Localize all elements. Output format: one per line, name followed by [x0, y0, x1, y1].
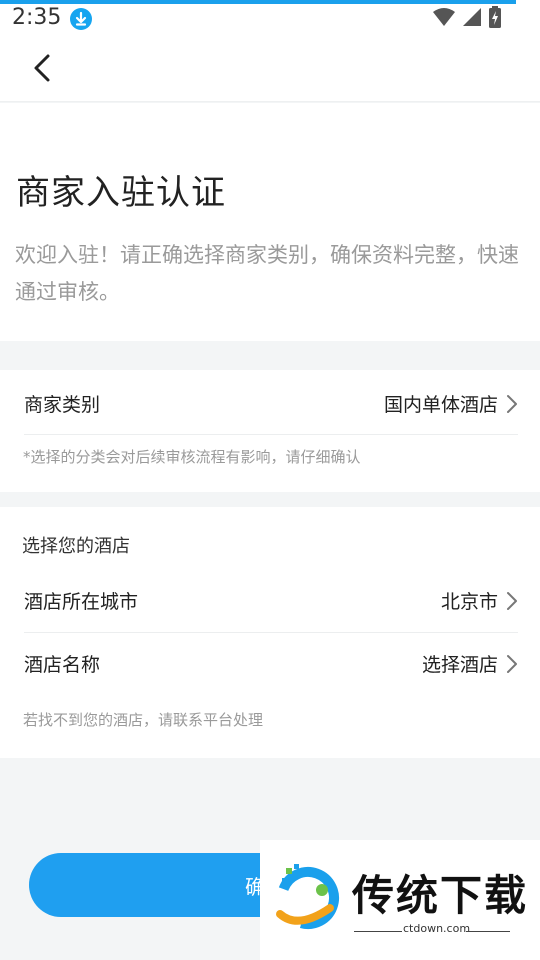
hotel-city-row[interactable]: 酒店所在城市 北京市 [24, 569, 518, 632]
chevron-left-icon [34, 54, 50, 82]
merchant-type-value: 国内单体酒店 [383, 394, 498, 416]
section-heading: 选择您的酒店 [22, 536, 130, 557]
signal-icon [462, 7, 482, 31]
nav-bar [0, 38, 540, 102]
status-icons [432, 6, 502, 32]
hotel-selection-card: 选择您的酒店 酒店所在城市 北京市 酒店名称 选择酒店 若找不到您的酒店，请联系… [0, 507, 540, 758]
hotel-name-label: 酒店名称 [24, 654, 101, 676]
hotel-name-row[interactable]: 酒店名称 选择酒店 [24, 632, 518, 695]
watermark-logo [276, 864, 339, 929]
hotel-name-value: 选择酒店 [421, 654, 498, 676]
page-title: 商家入驻认证 [16, 173, 226, 213]
hotel-city-label: 酒店所在城市 [24, 591, 139, 613]
intro-section: 商家入驻认证 欢迎入驻！请正确选择商家类别，确保资料完整，快速通过审核。 [0, 103, 540, 341]
status-time: 2:35 [12, 5, 62, 30]
hotel-city-value: 北京市 [440, 591, 498, 613]
chevron-right-icon [507, 591, 517, 610]
progress-line [0, 0, 516, 4]
merchant-type-card: 商家类别 国内单体酒店 *选择的分类会对后续审核流程有影响，请仔细确认 [0, 370, 540, 492]
hotel-note: 若找不到您的酒店，请联系平台处理 [23, 711, 264, 729]
divider [24, 434, 518, 435]
battery-icon [488, 6, 502, 32]
wifi-icon [432, 7, 456, 31]
chevron-right-icon [507, 654, 517, 673]
back-button[interactable] [26, 50, 62, 86]
watermark-url: ctdown.com [403, 922, 471, 935]
merchant-type-row[interactable]: 商家类别 国内单体酒店 [24, 372, 518, 435]
watermark: 传统下载 ctdown.com [260, 840, 540, 960]
watermark-title: 传统下载 [352, 871, 529, 920]
download-icon [70, 8, 92, 30]
page-description: 欢迎入驻！请正确选择商家类别，确保资料完整，快速通过审核。 [15, 243, 519, 304]
chevron-right-icon [507, 394, 517, 413]
status-bar: 2:35 [0, 0, 540, 38]
merchant-type-label: 商家类别 [24, 394, 101, 416]
merchant-type-note: *选择的分类会对后续审核流程有影响，请仔细确认 [23, 448, 361, 466]
